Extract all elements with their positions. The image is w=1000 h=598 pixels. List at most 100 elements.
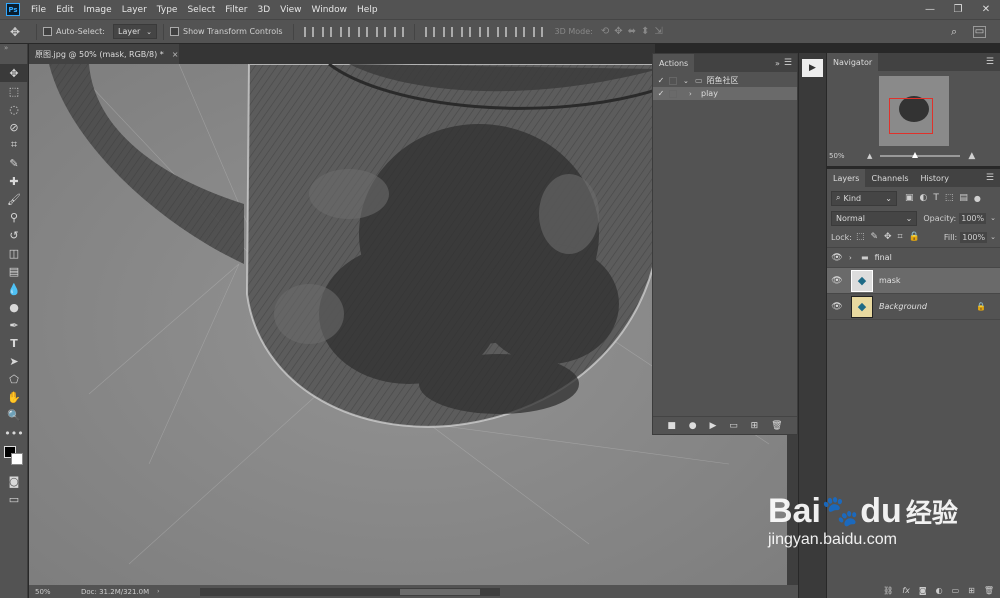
visibility-eye-icon[interactable]: 👁: [827, 253, 847, 263]
new-action-icon[interactable]: ⊞: [751, 421, 759, 431]
distribute-bottom-icon[interactable]: [460, 26, 471, 37]
blend-mode-dropdown[interactable]: Normal ⌄: [831, 210, 918, 226]
trash-icon[interactable]: 🗑: [771, 421, 782, 431]
action-toggle-icon[interactable]: ✓: [653, 89, 669, 98]
document-tab[interactable]: 原图.jpg @ 50% (mask, RGB/8) * ×: [29, 44, 179, 64]
auto-align-icon[interactable]: [532, 26, 543, 37]
show-transform-checkbox[interactable]: [169, 27, 179, 36]
lasso-tool-icon[interactable]: ◌: [0, 100, 28, 118]
distribute-top-icon[interactable]: [424, 26, 435, 37]
filter-kind-dropdown[interactable]: ⌕ Kind ⌄: [831, 190, 897, 206]
align-bottom-icon[interactable]: [339, 26, 350, 37]
filter-type-icons[interactable]: ▣◐T⬚▤: [905, 193, 974, 203]
color-swatches[interactable]: [0, 442, 27, 472]
menu-file[interactable]: File: [26, 5, 51, 15]
horizontal-scrollbar[interactable]: [199, 587, 500, 596]
chevron-right-icon[interactable]: ›: [683, 90, 697, 98]
distribute-vcenter-icon[interactable]: [442, 26, 453, 37]
align-hcenter-icon[interactable]: [375, 26, 386, 37]
distribute-left-icon[interactable]: [478, 26, 489, 37]
path-selection-tool-icon[interactable]: ➤: [0, 352, 28, 370]
auto-select-checkbox[interactable]: [43, 27, 52, 36]
layer-row-background[interactable]: 👁 ◆ Background 🔒: [827, 294, 1000, 320]
layer-style-button[interactable]: fx: [902, 586, 910, 595]
layer-row-mask[interactable]: 👁 ◆ mask: [827, 268, 1000, 294]
align-left-icon[interactable]: [357, 26, 368, 37]
healing-brush-tool-icon[interactable]: ✚: [0, 172, 28, 190]
adjustment-layer-icon[interactable]: ◐: [936, 586, 943, 595]
tab-channels[interactable]: Channels: [865, 169, 914, 187]
eraser-tool-icon[interactable]: ◫: [0, 244, 28, 262]
zoom-slider-handle[interactable]: [912, 152, 919, 158]
minimize-icon[interactable]: —: [920, 0, 940, 19]
blur-tool-icon[interactable]: 💧: [0, 280, 28, 298]
add-mask-icon[interactable]: ◙: [919, 586, 927, 595]
menu-edit[interactable]: Edit: [51, 5, 78, 15]
marquee-tool-icon[interactable]: ⬚: [0, 82, 28, 100]
visibility-eye-icon[interactable]: 👁: [827, 276, 847, 286]
stop-icon[interactable]: ■: [667, 421, 676, 431]
distribute-right-icon[interactable]: [514, 26, 525, 37]
type-tool-icon[interactable]: T: [0, 334, 28, 352]
play-icon[interactable]: ▶: [710, 421, 717, 431]
new-layer-icon[interactable]: ⊞: [968, 586, 975, 595]
panel-menu-icon[interactable]: ☰: [986, 57, 994, 67]
fill-input[interactable]: 100%: [960, 231, 988, 243]
tab-navigator[interactable]: Navigator: [827, 53, 879, 71]
move-tool-icon[interactable]: ✥: [0, 64, 28, 82]
brush-tool-icon[interactable]: 🖌: [0, 190, 28, 208]
align-right-icon[interactable]: [393, 26, 404, 37]
menu-help[interactable]: Help: [352, 5, 383, 15]
menu-layer[interactable]: Layer: [117, 5, 152, 15]
close-tab-icon[interactable]: ×: [172, 50, 179, 59]
menu-type[interactable]: Type: [152, 5, 183, 15]
move-tool-preset-icon[interactable]: ✥: [0, 25, 30, 39]
align-top-icon[interactable]: [303, 26, 314, 37]
panel-menu-icon[interactable]: ☰: [784, 58, 792, 68]
dialog-toggle-box[interactable]: [669, 89, 677, 98]
actions-dock-icon[interactable]: ▶: [802, 59, 823, 77]
opacity-input[interactable]: 100%: [959, 212, 987, 224]
zoom-in-icon[interactable]: ▲: [968, 151, 975, 161]
new-set-icon[interactable]: ▭: [729, 421, 738, 431]
eyedropper-tool-icon[interactable]: ✎: [0, 154, 28, 172]
close-icon[interactable]: ✕: [976, 0, 996, 19]
menu-view[interactable]: View: [275, 5, 306, 15]
navigator-preview[interactable]: [878, 76, 949, 146]
tab-layers[interactable]: Layers: [827, 169, 866, 187]
pen-tool-icon[interactable]: ✒: [0, 316, 28, 334]
hand-tool-icon[interactable]: ✋: [0, 388, 28, 406]
dodge-tool-icon[interactable]: ●: [0, 298, 28, 316]
panel-menu-icon[interactable]: ☰: [986, 173, 994, 183]
tab-history[interactable]: History: [915, 169, 955, 187]
filter-toggle-icon[interactable]: ●: [974, 194, 981, 203]
trash-icon[interactable]: 🗑: [984, 586, 994, 595]
history-brush-tool-icon[interactable]: ↺: [0, 226, 28, 244]
collapse-panel-icon[interactable]: »: [775, 59, 780, 68]
navigator-zoom-value[interactable]: 50%: [827, 152, 857, 160]
menu-3d[interactable]: 3D: [253, 5, 276, 15]
menu-image[interactable]: Image: [79, 5, 117, 15]
scrollbar-thumb[interactable]: [399, 588, 480, 595]
chevron-down-icon[interactable]: ⌄: [990, 214, 996, 222]
workspace-icon[interactable]: ▭: [973, 25, 986, 38]
visibility-eye-icon[interactable]: 👁: [827, 302, 847, 312]
zoom-level[interactable]: 50%: [29, 588, 59, 596]
action-row[interactable]: ✓ › play: [653, 87, 797, 100]
dialog-toggle-box[interactable]: [669, 76, 677, 85]
quick-mask-icon[interactable]: ◙: [0, 472, 28, 490]
action-toggle-icon[interactable]: ✓: [653, 76, 669, 85]
auto-select-dropdown[interactable]: Layer ⌄: [112, 24, 157, 39]
toolbar-grip[interactable]: »: [0, 44, 27, 64]
zoom-slider[interactable]: [880, 152, 961, 158]
menu-filter[interactable]: Filter: [220, 5, 252, 15]
gradient-tool-icon[interactable]: ▤: [0, 262, 28, 280]
layer-row-final[interactable]: 👁 › ▬ final: [827, 248, 1000, 268]
crop-tool-icon[interactable]: ⌗: [0, 136, 28, 154]
action-set-row[interactable]: ✓ ⌄ ▭ 陌鱼社区: [653, 74, 797, 87]
restore-icon[interactable]: ❐: [948, 0, 968, 19]
clone-stamp-tool-icon[interactable]: ⚲: [0, 208, 28, 226]
tab-actions[interactable]: Actions: [653, 54, 695, 72]
quick-select-tool-icon[interactable]: ⊘: [0, 118, 28, 136]
zoom-tool-icon[interactable]: 🔍: [0, 406, 28, 424]
